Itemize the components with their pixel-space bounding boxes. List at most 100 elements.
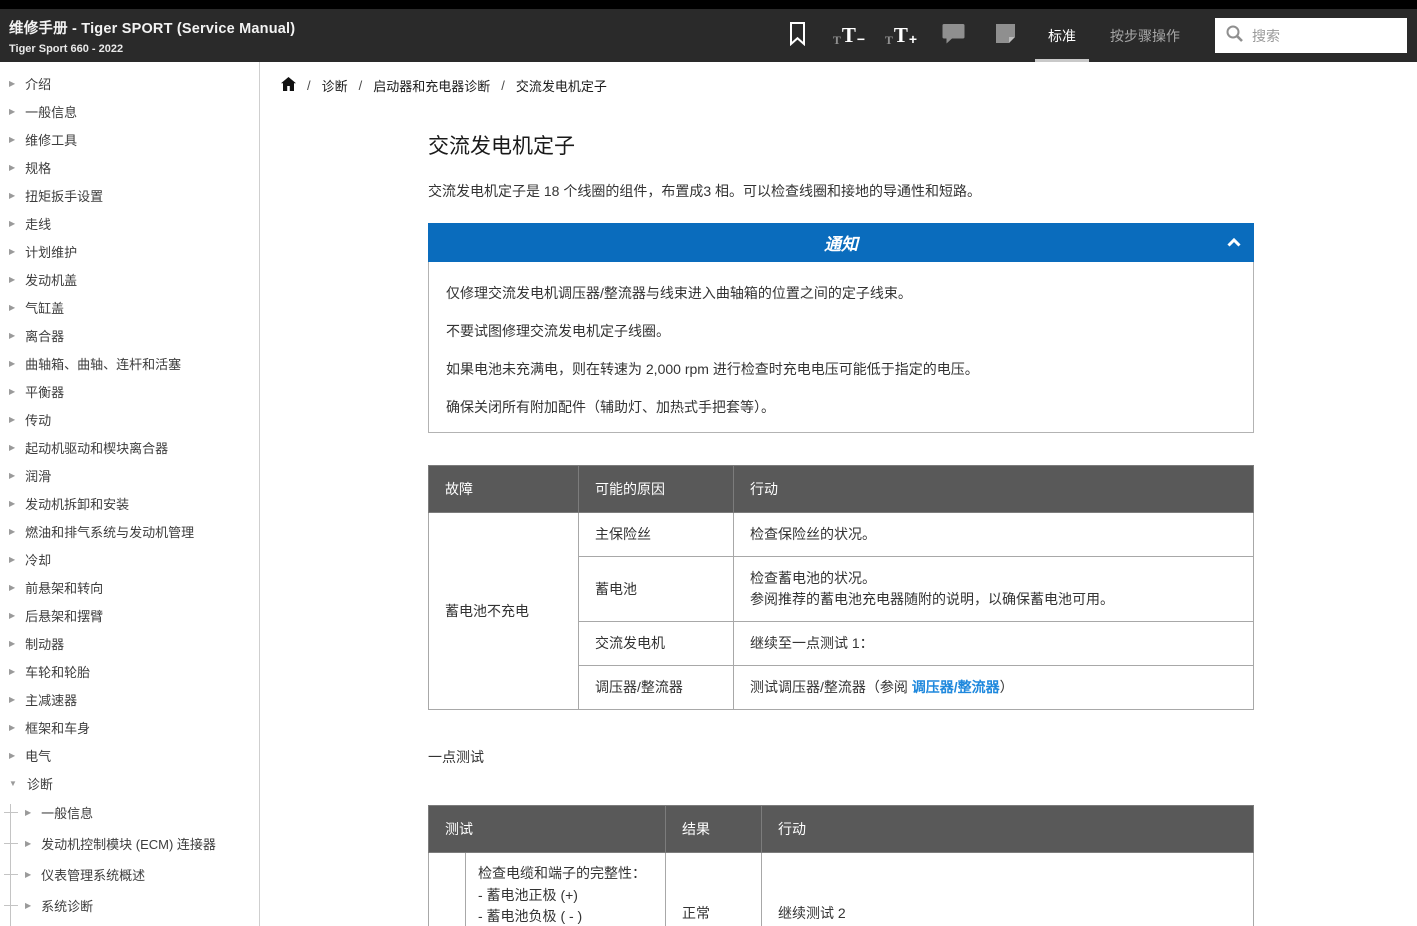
sidebar-item-front-suspension[interactable]: ▶前悬架和转向 <box>0 573 259 601</box>
action-line: 检查蓄电池的状况。 <box>750 568 1237 589</box>
sidebar-item-diagnostics[interactable]: ▼诊断 <box>0 769 259 797</box>
sidebar-item-label: 曲轴箱、曲轴、连杆和活塞 <box>25 354 181 373</box>
chevron-right-icon: ▶ <box>25 870 31 879</box>
sidebar-item-engine-covers[interactable]: ▶发动机盖 <box>0 265 259 293</box>
sidebar-item-label: 冷却 <box>25 550 51 569</box>
column-header-result: 结果 <box>666 806 762 853</box>
sidebar-item-starter-drive[interactable]: ▶起动机驱动和楔块离合器 <box>0 433 259 461</box>
test-line: - 蓄电池正极 (+) <box>478 885 653 907</box>
breadcrumb-item-diagnostics[interactable]: 诊断 <box>322 76 348 95</box>
chevron-right-icon: ▶ <box>9 527 15 536</box>
table-header-row: 故障 可能的原因 行动 <box>429 466 1254 513</box>
sidebar-subitem-system-diagnostics[interactable]: ▶系统诊断 <box>0 890 259 921</box>
sidebar-item-lubrication[interactable]: ▶ 润滑 <box>0 461 259 489</box>
chevron-right-icon: ▶ <box>25 901 31 910</box>
text-increase-button[interactable]: TT+ <box>875 9 927 62</box>
sidebar-item-brakes[interactable]: ▶制动器 <box>0 629 259 657</box>
sidebar-item-intro[interactable]: ▶ 介绍 <box>0 69 259 97</box>
sidebar-item-balancer[interactable]: ▶平衡器 <box>0 377 259 405</box>
chevron-right-icon: ▶ <box>9 163 15 172</box>
text-increase-icon: TT+ <box>885 25 917 46</box>
text-decrease-button[interactable]: TT− <box>823 9 875 62</box>
bookmark-button[interactable] <box>771 9 823 62</box>
notice-paragraph: 确保关闭所有附加配件（辅助灯、加热式手把套等）。 <box>446 397 1236 418</box>
chevron-right-icon: ▶ <box>9 219 15 228</box>
sidebar-subitem-general-info[interactable]: ▶一般信息 <box>0 797 259 828</box>
sidebar-item-fuel-exhaust[interactable]: ▶燃油和排气系统与发动机管理 <box>0 517 259 545</box>
section-label: 一点测试 <box>428 747 1254 767</box>
search-input[interactable] <box>1252 28 1397 44</box>
home-icon[interactable] <box>281 77 296 94</box>
sidebar-item-engine-removal[interactable]: ▶发动机拆卸和安装 <box>0 489 259 517</box>
chevron-right-icon: ▶ <box>9 415 15 424</box>
tree-line <box>10 804 11 926</box>
table-row: 1 检查电缆和端子的完整性： - 蓄电池正极 (+) - 蓄电池负极 ( - )… <box>429 853 1254 926</box>
chevron-right-icon: ▶ <box>25 808 31 817</box>
breadcrumb-item-starter-charging[interactable]: 启动器和充电器诊断 <box>373 76 490 95</box>
sidebar-item-label: 润滑 <box>25 466 51 485</box>
sidebar-item-specifications[interactable]: ▶规格 <box>0 153 259 181</box>
tab-standard[interactable]: 标准 <box>1031 9 1093 62</box>
sidebar-item-label: 维修工具 <box>25 130 77 149</box>
sidebar-item-rear-suspension[interactable]: ▶后悬架和摆臂 <box>0 601 259 629</box>
chevron-right-icon: ▶ <box>9 667 15 676</box>
search-icon <box>1225 24 1244 48</box>
sidebar-item-crankcase[interactable]: ▶ 曲轴箱、曲轴、连杆和活塞 <box>0 349 259 377</box>
chevron-right-icon: ▶ <box>25 839 31 848</box>
note-button[interactable] <box>979 9 1031 62</box>
breadcrumb-item-alternator-stator[interactable]: 交流发电机定子 <box>516 76 607 95</box>
sidebar-item-label: 起动机驱动和楔块离合器 <box>25 438 168 457</box>
chevron-right-icon: ▶ <box>9 723 15 732</box>
action-cell: 测试调压器/整流器（参阅 调压器/整流器） <box>734 666 1254 710</box>
regulator-rectifier-link[interactable]: 调压器/整流器 <box>912 679 1000 695</box>
sidebar-item-wheels-tyres[interactable]: ▶ 车轮和轮胎 <box>0 657 259 685</box>
notice-header[interactable]: 通知 <box>428 223 1254 262</box>
chevron-right-icon: ▶ <box>9 583 15 592</box>
sidebar-item-electrical[interactable]: ▶电气 <box>0 741 259 769</box>
comment-button[interactable] <box>927 9 979 62</box>
sidebar-item-cylinder-head[interactable]: ▶气缸盖 <box>0 293 259 321</box>
sidebar-subitem-instrument-system[interactable]: ▶仪表管理系统概述 <box>0 859 259 890</box>
column-header-action: 行动 <box>762 806 1254 853</box>
sidebar-item-label: 车轮和轮胎 <box>25 662 90 681</box>
sidebar-item-routing[interactable]: ▶走线 <box>0 209 259 237</box>
chevron-right-icon: ▶ <box>9 471 15 480</box>
sidebar-item-label: 电气 <box>25 746 51 765</box>
sidebar-item-clutch[interactable]: ▶离合器 <box>0 321 259 349</box>
sidebar-item-label: 一般信息 <box>25 102 77 121</box>
title-block: 维修手册 - Tiger SPORT (Service Manual) Tige… <box>0 9 295 62</box>
sidebar-item-service-tools[interactable]: ▶维修工具 <box>0 125 259 153</box>
sidebar-item-frame-bodywork[interactable]: ▶ 框架和车身 <box>0 713 259 741</box>
sidebar-item-label: 扭矩扳手设置 <box>25 186 103 205</box>
sidebar-item-label: 介绍 <box>25 74 51 93</box>
chevron-right-icon: ▶ <box>9 359 15 368</box>
sidebar-item-final-drive[interactable]: ▶主减速器 <box>0 685 259 713</box>
fault-cell: 蓄电池不充电 <box>429 513 579 710</box>
chevron-down-icon: ▼ <box>9 779 17 788</box>
sidebar-item-label: 框架和车身 <box>25 718 90 737</box>
chevron-right-icon: ▶ <box>9 79 15 88</box>
chevron-up-icon <box>1227 234 1241 252</box>
notice-title: 通知 <box>824 230 858 255</box>
action-line: 参阅推荐的蓄电池充电器随附的说明，以确保蓄电池可用。 <box>750 589 1237 610</box>
tab-step-by-step[interactable]: 按步骤操作 <box>1093 9 1197 62</box>
cause-cell: 主保险丝 <box>579 513 734 557</box>
action-text: ） <box>1000 679 1014 695</box>
fault-table: 故障 可能的原因 行动 蓄电池不充电 主保险丝 检查保险丝的状况。 蓄电池 检查… <box>428 465 1254 710</box>
sidebar-item-general-info[interactable]: ▶一般信息 <box>0 97 259 125</box>
column-header-fault: 故障 <box>429 466 579 513</box>
search-box[interactable] <box>1215 18 1407 53</box>
collapse-button[interactable] <box>1227 223 1241 262</box>
action-cell: 继续测试 2 <box>762 853 1254 926</box>
sidebar-item-scheduled-maintenance[interactable]: ▶计划维护 <box>0 237 259 265</box>
top-strip <box>0 0 1417 9</box>
sidebar-item-transmission[interactable]: ▶传动 <box>0 405 259 433</box>
app-header: 维修手册 - Tiger SPORT (Service Manual) Tige… <box>0 0 1417 62</box>
breadcrumb-separator: / <box>307 78 311 93</box>
sidebar-item-torque-settings[interactable]: ▶扭矩扳手设置 <box>0 181 259 209</box>
bookmark-icon <box>788 21 807 51</box>
cause-cell: 蓄电池 <box>579 557 734 622</box>
sidebar-subitem-ecm-connectors[interactable]: ▶发动机控制模块 (ECM) 连接器 <box>0 828 259 859</box>
sidebar-item-cooling[interactable]: ▶冷却 <box>0 545 259 573</box>
text-decrease-icon: TT− <box>833 25 865 46</box>
